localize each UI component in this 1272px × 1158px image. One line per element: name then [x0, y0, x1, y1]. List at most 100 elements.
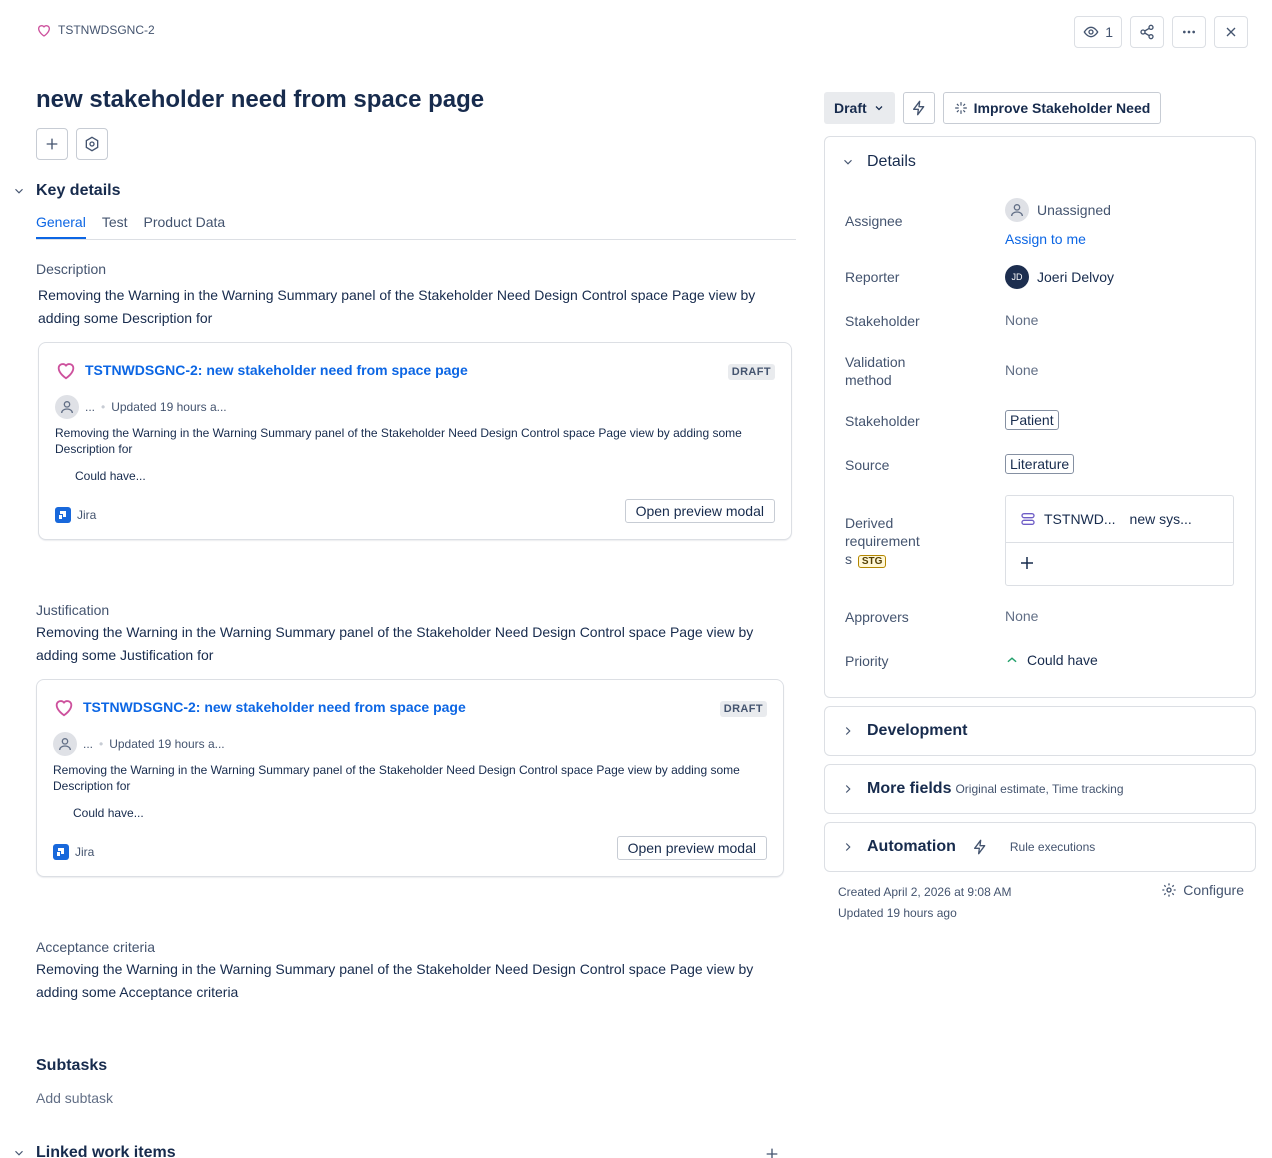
add-derived-button[interactable] — [1018, 554, 1036, 572]
status-badge: DRAFT — [719, 701, 767, 717]
gear-icon — [1162, 883, 1176, 897]
eye-icon — [1083, 26, 1099, 38]
tab-general[interactable]: General — [36, 214, 86, 239]
card-source-label: Jira — [75, 845, 95, 859]
linked-items-heading: Linked work items — [36, 1144, 176, 1158]
stakeholder2-label: Stakeholder — [845, 413, 920, 429]
open-preview-button[interactable]: Open preview modal — [624, 499, 775, 523]
avatar — [55, 395, 79, 419]
configure-label: Configure — [1183, 882, 1244, 898]
chevron-right-icon — [845, 727, 851, 735]
development-panel[interactable]: Development — [824, 706, 1256, 756]
stakeholder-value[interactable]: None — [1005, 312, 1038, 328]
derived-key: TSTNWD... — [1044, 511, 1116, 527]
issue-preview-card: TSTNWDSGNC-2: new stakeholder need from … — [36, 679, 784, 877]
avatar — [1005, 198, 1029, 222]
page-title[interactable]: new stakeholder need from space page — [36, 86, 484, 114]
issue-key[interactable]: TSTNWDSGNC-2 — [58, 23, 155, 37]
sparkle-icon — [954, 102, 967, 114]
assignee-field[interactable]: Unassigned — [1005, 198, 1111, 222]
card-source: Jira — [55, 507, 96, 523]
automation-button[interactable] — [902, 92, 935, 124]
lightning-icon — [912, 100, 925, 116]
open-preview-button[interactable]: Open preview modal — [616, 836, 767, 860]
automation-panel[interactable]: Automation Rule executions — [824, 822, 1256, 872]
lightning-icon — [973, 839, 986, 855]
key-details-toggle[interactable]: Key details — [12, 182, 120, 200]
person-icon — [59, 738, 71, 751]
description-label: Description — [36, 261, 107, 277]
apps-button[interactable] — [76, 128, 108, 160]
priority-value: Could have — [1027, 652, 1098, 668]
issue-preview-card: TSTNWDSGNC-2: new stakeholder need from … — [38, 342, 792, 540]
more-fields-heading: More fields — [867, 780, 952, 797]
created-updated-meta: Created April 2, 2026 at 9:08 AM Updated… — [838, 882, 1011, 924]
status-row: Draft Improve Stakeholder Need — [824, 92, 1162, 124]
add-button[interactable] — [36, 128, 68, 160]
card-user: ... — [83, 737, 94, 751]
development-heading: Development — [867, 722, 968, 739]
status-badge: DRAFT — [727, 364, 775, 380]
heart-icon — [55, 700, 73, 717]
card-description: Removing the Warning in the Warning Summ… — [53, 763, 740, 793]
linked-items-toggle[interactable]: Linked work items — [12, 1144, 176, 1158]
details-toggle[interactable]: Details — [841, 153, 916, 171]
details-panel: Details Assignee Unassigned Assign to me… — [824, 136, 1256, 698]
card-meta: ... • Updated 19 hours a... — [55, 395, 227, 419]
justification-label: Justification — [36, 602, 110, 618]
acceptance-label: Acceptance criteria — [36, 939, 156, 955]
plus-icon — [46, 138, 58, 150]
more-fields-panel[interactable]: More fields Original estimate, Time trac… — [824, 764, 1256, 814]
chevron-right-icon — [845, 785, 851, 793]
justification-text[interactable]: Removing the Warning in the Warning Summ… — [36, 621, 796, 667]
close-button[interactable] — [1214, 16, 1248, 48]
status-dropdown[interactable]: Draft — [824, 92, 895, 124]
add-subtask-button[interactable]: Add subtask — [36, 1090, 113, 1106]
person-icon — [1011, 204, 1023, 217]
card-priority: Could have... — [75, 469, 146, 483]
breadcrumb[interactable]: TSTNWDSGNC-2 — [36, 22, 155, 38]
priority-field[interactable]: Could have — [1005, 652, 1098, 668]
jira-icon — [55, 507, 71, 523]
assignee-label: Assignee — [845, 213, 903, 229]
validation-method-label: Validation method — [845, 354, 906, 388]
add-linked-item-button[interactable] — [764, 1146, 780, 1158]
validation-method-value[interactable]: None — [1005, 362, 1038, 378]
tab-test[interactable]: Test — [102, 214, 128, 239]
derived-requirement-item[interactable]: TSTNWD... new sys... — [1006, 496, 1233, 543]
hexagon-icon — [85, 136, 99, 152]
plus-icon — [766, 1148, 778, 1158]
more-actions-button[interactable] — [1172, 16, 1206, 48]
reporter-value: Joeri Delvoy — [1037, 269, 1115, 285]
card-issue-link[interactable]: TSTNWDSGNC-2: new stakeholder need from … — [83, 699, 466, 715]
requirement-icon — [1021, 513, 1035, 525]
share-button[interactable] — [1130, 16, 1164, 48]
tab-product-data[interactable]: Product Data — [144, 214, 226, 239]
description-text[interactable]: Removing the Warning in the Warning Summ… — [38, 284, 798, 330]
share-icon — [1140, 24, 1154, 40]
card-updated: Updated 19 hours a... — [111, 400, 227, 414]
chevron-down-icon — [15, 1150, 23, 1156]
approvers-value[interactable]: None — [1005, 608, 1038, 624]
watch-button[interactable]: 1 — [1074, 16, 1122, 48]
title-actions — [36, 128, 108, 160]
configure-button[interactable]: Configure — [1161, 882, 1244, 898]
acceptance-text[interactable]: Removing the Warning in the Warning Summ… — [36, 958, 796, 1004]
source-field[interactable]: Literature — [1005, 454, 1075, 474]
card-issue-link[interactable]: TSTNWDSGNC-2: new stakeholder need from … — [85, 362, 468, 378]
chevron-down-icon — [844, 159, 852, 165]
avatar — [53, 732, 77, 756]
card-source: Jira — [53, 844, 94, 860]
stakeholder-tag: Patient — [1005, 410, 1059, 430]
priority-label: Priority — [845, 653, 889, 669]
reporter-field[interactable]: JD Joeri Delvoy — [1005, 265, 1114, 289]
assign-to-me-link[interactable]: Assign to me — [1005, 231, 1086, 247]
automation-sub[interactable]: Rule executions — [1010, 840, 1095, 854]
stakeholder2-field[interactable]: Patient — [1005, 410, 1059, 430]
more-fields-sub: Original estimate, Time tracking — [955, 782, 1124, 796]
top-actions: 1 — [1074, 16, 1248, 48]
improve-button[interactable]: Improve Stakeholder Need — [942, 92, 1162, 124]
reporter-label: Reporter — [845, 269, 900, 285]
chevron-right-icon — [845, 843, 851, 851]
detail-tabs: General Test Product Data — [36, 214, 796, 240]
